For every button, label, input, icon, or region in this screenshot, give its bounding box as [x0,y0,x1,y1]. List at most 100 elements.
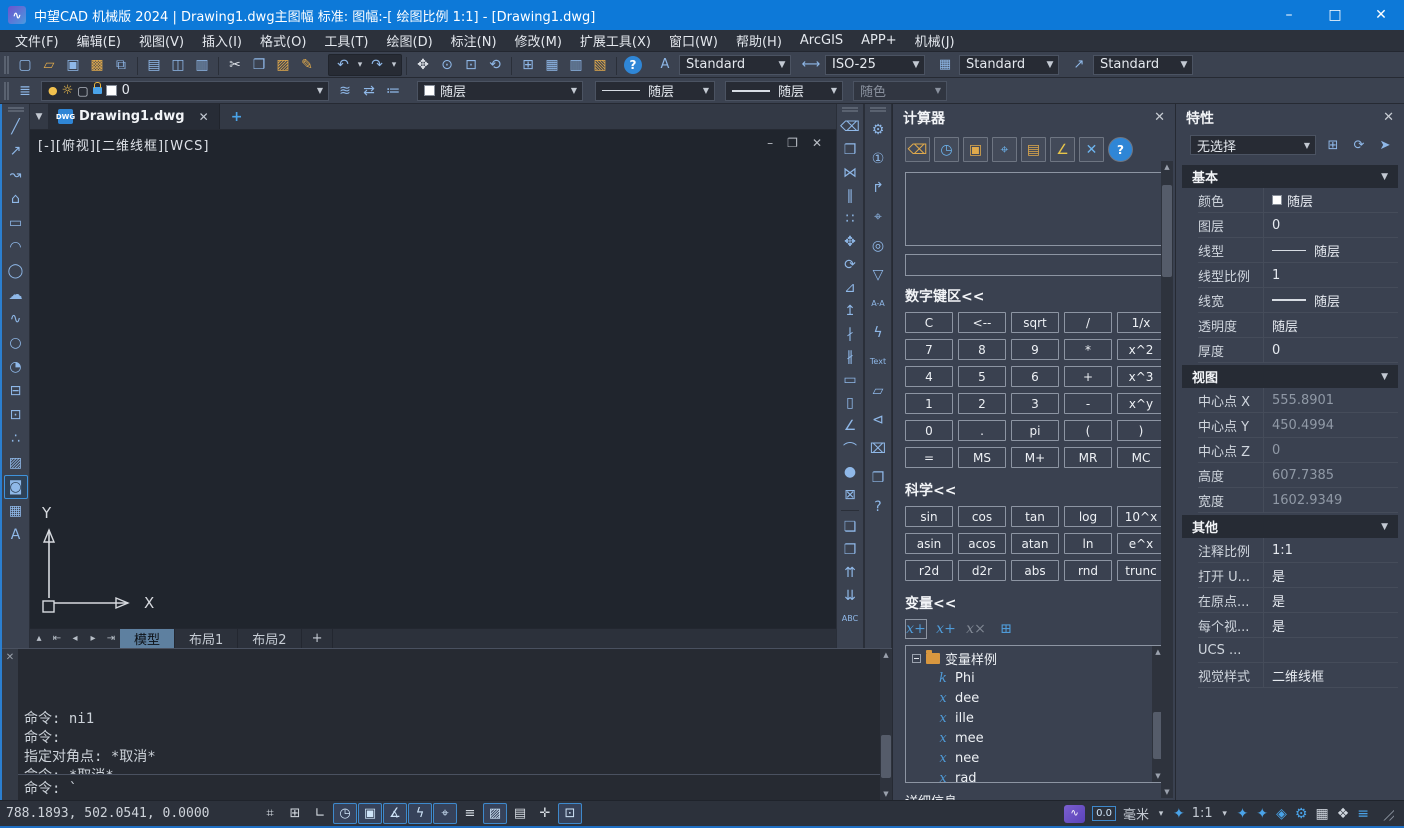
designcenter-icon[interactable]: ▦ [540,54,564,76]
paste-to-cmdline-icon[interactable]: ▣ [963,137,988,162]
insert-block-tool-icon[interactable]: ⊟ [4,379,28,403]
zoom-window-icon[interactable]: ⊡ [459,54,483,76]
selection-combo[interactable]: 无选择 ▼ [1190,135,1316,155]
scroll-thumb[interactable] [881,735,891,778]
chevron-down-icon[interactable]: ▼ [698,82,714,100]
text-style-combo[interactable]: Standard ▼ [679,55,791,75]
undo-button[interactable]: ↶ [331,54,355,76]
help-button[interactable]: ? [621,54,645,76]
block-library-icon[interactable]: ▱ [866,376,890,405]
tab-list-icon[interactable]: ▼ [30,104,48,129]
tree-root-row[interactable]: 变量样例 [912,648,1152,668]
ellipse-arc-tool-icon[interactable]: ◔ [4,355,28,379]
doc-minimize-icon[interactable]: – [767,136,773,150]
resize-grip[interactable] [1380,807,1394,821]
trim-icon[interactable]: ▭ [838,368,862,391]
layout-tab[interactable]: 布局1 [175,629,238,648]
property-value[interactable]: 是 [1264,616,1398,635]
section-header-basic[interactable]: 基本 ▼ [1182,165,1398,188]
surface-texture-icon[interactable]: ▽ [866,260,890,289]
property-value[interactable]: 随层 [1264,291,1398,310]
calc-button[interactable]: acos [958,533,1006,554]
calc-button[interactable]: log [1064,506,1112,527]
calc-button[interactable]: 5 [958,366,1006,387]
chevron-down-icon[interactable]: ▼ [1381,172,1388,182]
variable-item[interactable]: x nee [912,748,1152,768]
annotation-auto-icon[interactable]: ✦ [1256,806,1268,822]
statusbar-menu-icon[interactable]: ≡ [1357,806,1369,822]
ellipse-tool-icon[interactable]: ○ [4,331,28,355]
text-tool-icon[interactable]: Text [866,347,890,376]
select-objects-icon[interactable]: ➤ [1374,135,1396,155]
lineweight-toggle[interactable]: ≡ [458,803,482,824]
close-button[interactable]: ✕ [1358,0,1404,30]
new-file-icon[interactable]: ▢ [13,54,37,76]
properties-close-icon[interactable]: ✕ [1383,110,1394,125]
calc-button[interactable]: 2 [958,393,1006,414]
transparency-toggle[interactable]: ▨ [483,803,507,824]
property-value[interactable]: 二维线框 [1264,666,1398,685]
chevron-down-icon[interactable]: ▼ [908,56,924,74]
spline-tool-icon[interactable]: ∿ [4,307,28,331]
calc-button[interactable]: atan [1011,533,1059,554]
command-input[interactable]: 命令: ` [18,774,880,800]
menu-item[interactable]: ArcGIS [791,30,852,51]
calculator-input[interactable] [905,254,1165,276]
calc-button[interactable]: 8 [958,339,1006,360]
clear-history-icon[interactable]: ⌫ [905,137,930,162]
grid-toggle[interactable]: ⊞ [283,803,307,824]
command-close-icon[interactable]: ✕ [6,652,14,800]
send-to-back-icon[interactable]: ❐ [838,538,862,561]
scroll-up-icon[interactable]: ▲ [880,649,892,661]
section-header-view[interactable]: 视图 ▼ [1182,365,1398,388]
calc-button[interactable]: tan [1011,506,1059,527]
edit-variable-icon[interactable]: x+ [935,619,957,639]
calc-button[interactable]: ln [1064,533,1112,554]
section-view-icon[interactable]: A-A [866,289,890,318]
fillet-icon[interactable]: ⌒ [838,437,862,460]
chevron-down-icon[interactable]: ▼ [1176,56,1192,74]
property-value[interactable]: 随层 [1264,316,1398,335]
property-value[interactable]: 0 [1264,218,1398,233]
center-mark-icon[interactable]: ⌖ [866,202,890,231]
command-history[interactable]: 命令: ni1命令:指定对角点: *取消*命令: *取消*命令: *取消*命令:… [18,649,880,774]
minimize-button[interactable]: – [1266,0,1312,30]
calc-button[interactable]: <-- [958,312,1006,333]
toolbar-grip[interactable] [870,107,886,112]
save-icon[interactable]: ▣ [61,54,85,76]
chevron-down-icon[interactable]: ▾ [1156,809,1166,819]
calc-button[interactable]: 6 [1011,366,1059,387]
unit-label[interactable]: 毫米 [1123,804,1149,823]
region-icon[interactable]: ● [838,460,862,483]
quick-annotate-icon[interactable]: ϟ [866,318,890,347]
bring-above-icon[interactable]: ⇈ [838,561,862,584]
calc-help-icon[interactable]: ? [1108,137,1133,162]
arc-tool-icon[interactable]: ◠ [4,235,28,259]
break-at-point-icon[interactable]: ∤ [838,322,862,345]
linetype-combo[interactable]: 随层 ▼ [595,81,715,101]
save-all-icon[interactable]: ⧉ [109,54,133,76]
mech-help-icon[interactable]: ? [866,492,890,521]
zoom-realtime-icon[interactable]: ⊙ [435,54,459,76]
fullscreen-icon[interactable]: ❖ [1337,806,1350,822]
snap-toggle[interactable]: ⌗ [258,803,282,824]
rectangle-tool-icon[interactable]: ▭ [4,211,28,235]
save-as-icon[interactable]: ▩ [85,54,109,76]
publish-icon[interactable]: ▥ [190,54,214,76]
maximize-button[interactable]: □ [1312,0,1358,30]
make-block-tool-icon[interactable]: ⊡ [4,403,28,427]
calc-button[interactable]: cos [958,506,1006,527]
break-icon[interactable]: ∦ [838,345,862,368]
mirror-icon[interactable]: ⋈ [838,161,862,184]
paste-icon[interactable]: ▨ [271,54,295,76]
property-value[interactable]: 是 [1264,591,1398,610]
calc-button[interactable]: x^y [1117,393,1165,414]
menu-item[interactable]: 文件(F) [6,30,68,51]
cycle-select-toggle[interactable]: ⊡ [558,803,582,824]
chevron-down-icon[interactable]: ▼ [1299,136,1315,154]
calc-button[interactable]: asin [905,533,953,554]
scroll-down-icon[interactable]: ▼ [880,788,892,800]
quick-properties-toggle[interactable]: ▤ [508,803,532,824]
zoom-previous-icon[interactable]: ⟲ [483,54,507,76]
calc-button[interactable]: = [905,447,953,468]
